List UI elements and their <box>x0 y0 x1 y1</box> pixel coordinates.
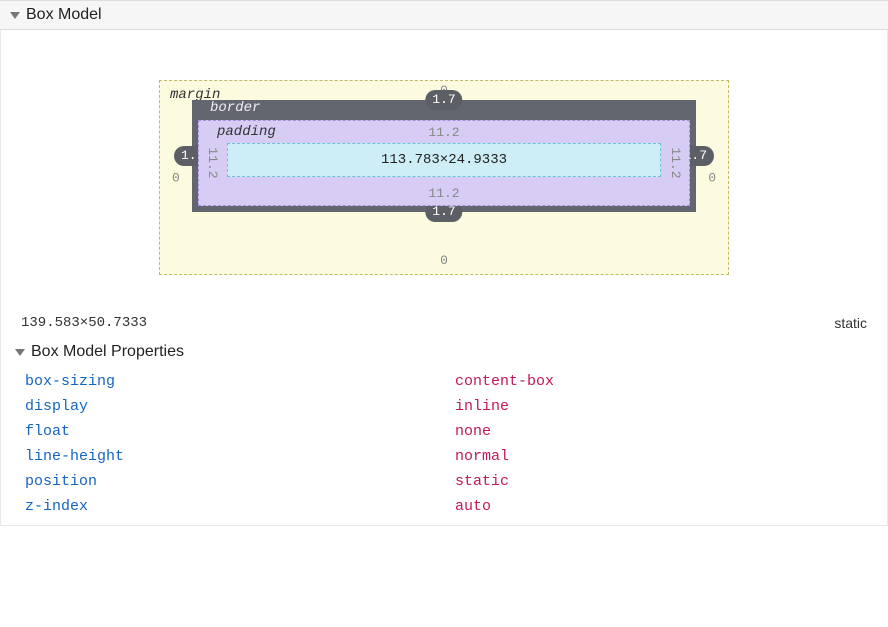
property-name[interactable]: line-height <box>25 448 455 465</box>
property-name[interactable]: z-index <box>25 498 455 515</box>
property-value[interactable]: none <box>455 423 491 440</box>
boxmodel-diagram-area: margin 0 0 0 0 border 1.7 1.7 1.7 1.7 pa… <box>1 30 887 305</box>
property-name[interactable]: box-sizing <box>25 373 455 390</box>
property-value[interactable]: inline <box>455 398 509 415</box>
box-model-properties-header[interactable]: Box Model Properties <box>1 339 887 369</box>
padding-label: padding <box>217 124 276 140</box>
property-value[interactable]: auto <box>455 498 491 515</box>
padding-region[interactable]: padding 11.2 11.2 11.2 11.2 113.783×24.9… <box>198 120 690 206</box>
border-label: border <box>206 98 264 118</box>
property-row: position static <box>1 469 887 494</box>
padding-right-value[interactable]: 11.2 <box>668 147 683 178</box>
property-row: z-index auto <box>1 494 887 525</box>
border-region[interactable]: border 1.7 1.7 1.7 1.7 padding 11.2 11.2… <box>192 100 696 212</box>
property-value[interactable]: normal <box>455 448 509 465</box>
content-region[interactable]: 113.783×24.9333 <box>227 143 661 177</box>
element-size[interactable]: 139.583×50.7333 <box>21 315 147 331</box>
property-row: line-height normal <box>1 444 887 469</box>
property-value[interactable]: content-box <box>455 373 554 390</box>
content-dimensions[interactable]: 113.783×24.9333 <box>381 152 507 168</box>
boxmodel-wrap: margin 0 0 0 0 border 1.7 1.7 1.7 1.7 pa… <box>159 80 729 275</box>
padding-top-value[interactable]: 11.2 <box>428 125 459 140</box>
margin-region[interactable]: margin 0 0 0 0 border 1.7 1.7 1.7 1.7 pa… <box>159 80 729 275</box>
property-value[interactable]: static <box>455 473 509 490</box>
padding-left-value[interactable]: 11.2 <box>205 147 220 178</box>
margin-right-value[interactable]: 0 <box>708 170 716 185</box>
property-name[interactable]: position <box>25 473 455 490</box>
props-section-title: Box Model Properties <box>31 343 184 361</box>
border-top-value[interactable]: 1.7 <box>425 90 462 110</box>
dimensions-row: 139.583×50.7333 static <box>1 305 887 339</box>
property-name[interactable]: float <box>25 423 455 440</box>
element-position[interactable]: static <box>834 315 867 331</box>
box-model-section-header[interactable]: Box Model <box>0 0 888 30</box>
chevron-down-icon <box>10 12 20 19</box>
margin-bottom-value[interactable]: 0 <box>440 253 448 268</box>
property-name[interactable]: display <box>25 398 455 415</box>
property-row: float none <box>1 419 887 444</box>
margin-left-value[interactable]: 0 <box>172 170 180 185</box>
section-title: Box Model <box>26 6 102 24</box>
property-row: box-sizing content-box <box>1 369 887 394</box>
chevron-down-icon <box>15 349 25 356</box>
padding-bottom-value[interactable]: 11.2 <box>428 186 459 201</box>
property-row: display inline <box>1 394 887 419</box>
box-model-panel: margin 0 0 0 0 border 1.7 1.7 1.7 1.7 pa… <box>0 30 888 526</box>
